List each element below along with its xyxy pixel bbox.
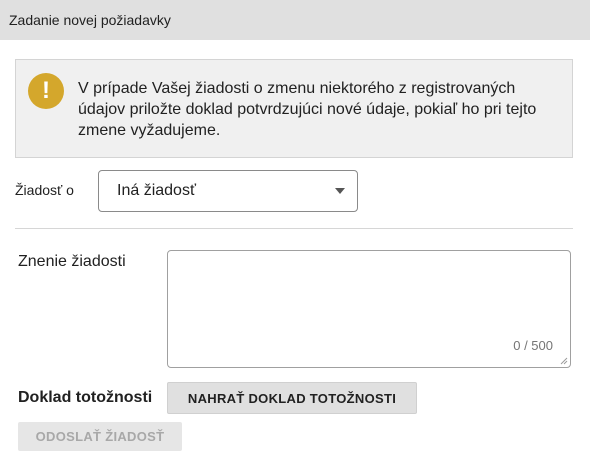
request-type-select[interactable]: Iná žiadosť: [98, 170, 358, 212]
request-text-input[interactable]: 0 / 500: [167, 250, 571, 368]
page-title: Zadanie novej požiadavky: [9, 12, 171, 28]
section-divider: [15, 228, 573, 229]
identity-document-label: Doklad totožnosti: [18, 389, 153, 406]
dropdown-arrow-icon: [335, 188, 345, 194]
info-alert: ! V prípade Vašej žiadosti o zmenu niekt…: [15, 59, 573, 158]
alert-message: V prípade Vašej žiadosti o zmenu niektor…: [78, 80, 537, 139]
request-type-value: Iná žiadosť: [117, 182, 196, 199]
character-counter: 0 / 500: [513, 338, 553, 353]
page-header: Zadanie novej požiadavky: [0, 0, 590, 40]
request-type-label: Žiadosť o: [15, 182, 74, 198]
exclamation-icon: !: [28, 73, 64, 109]
upload-identity-document-button[interactable]: NAHRAŤ DOKLAD TOTOŽNOSTI: [167, 382, 417, 414]
submit-request-button[interactable]: ODOSLAŤ ŽIADOSŤ: [18, 422, 182, 451]
request-text-label: Znenie žiadosti: [18, 253, 126, 270]
resize-handle-icon[interactable]: [560, 357, 568, 365]
